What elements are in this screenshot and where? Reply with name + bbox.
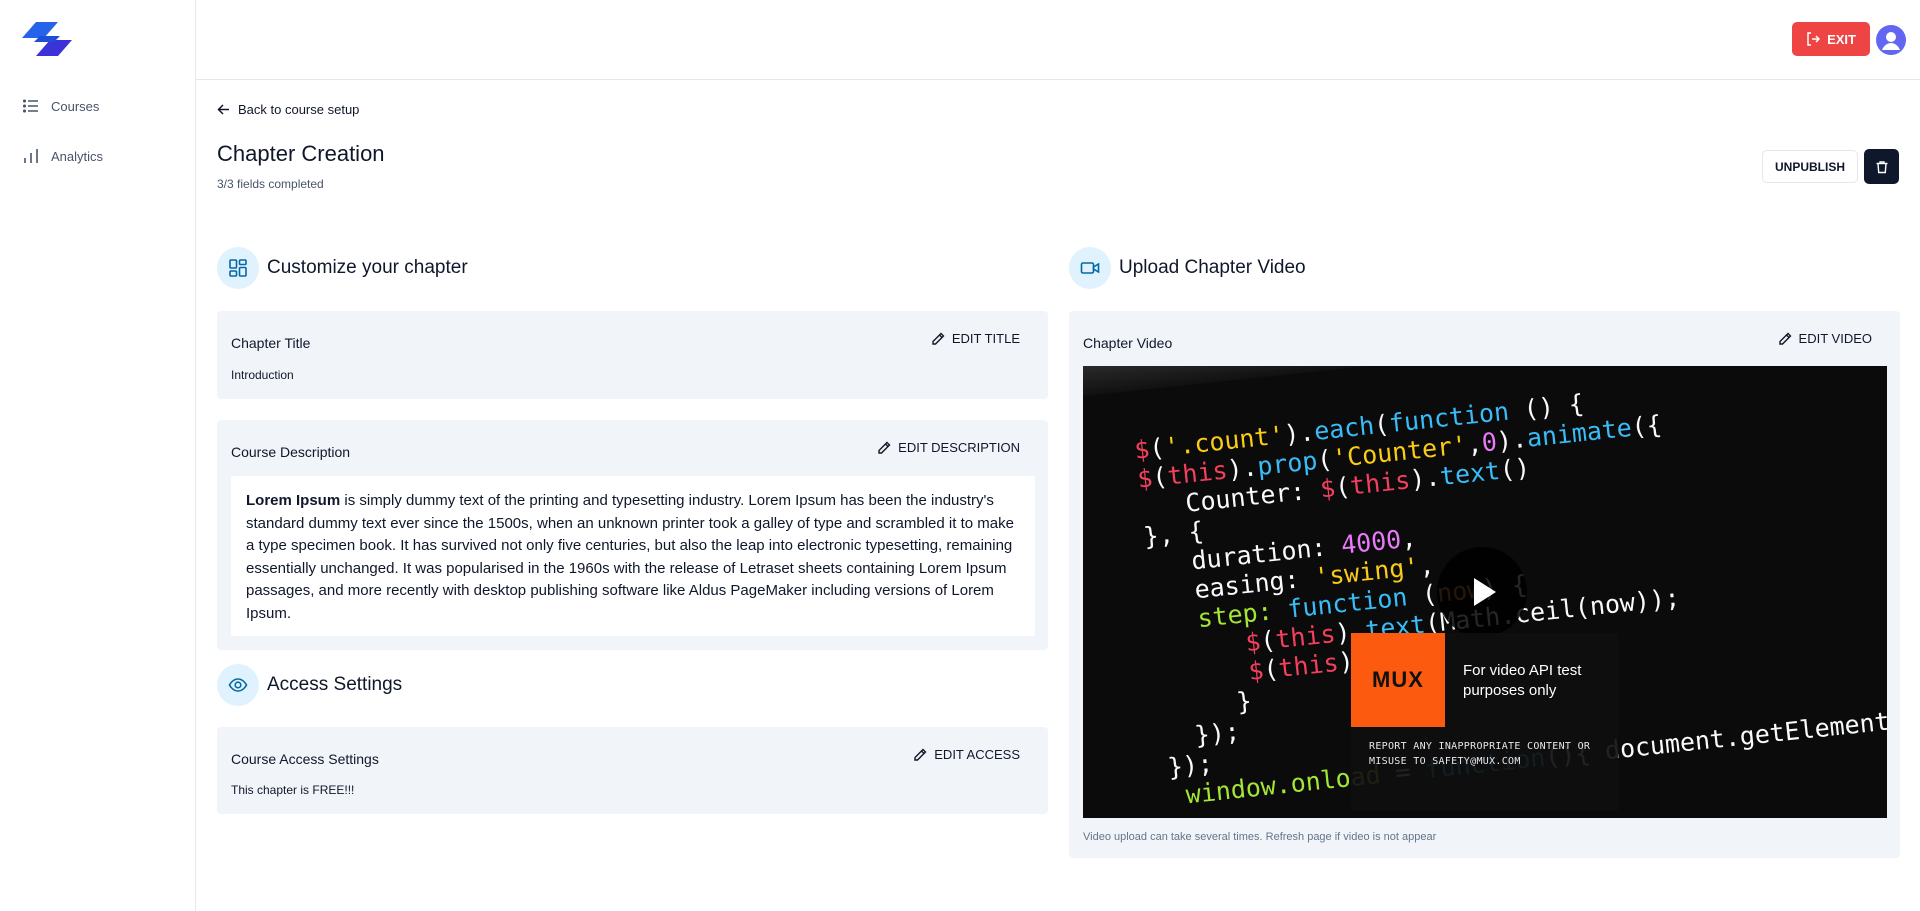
sidebar: Courses Analytics bbox=[0, 0, 196, 911]
play-button[interactable] bbox=[1437, 547, 1527, 637]
card-label: Chapter Title bbox=[231, 335, 311, 351]
video-section-header: Upload Chapter Video bbox=[1069, 247, 1306, 289]
mux-watermark: MUX For video API test purposes only REP… bbox=[1351, 633, 1618, 811]
mux-report: REPORT ANY INAPPROPRIATE CONTENT OR MISU… bbox=[1369, 741, 1591, 767]
access-section-header: Access Settings bbox=[217, 664, 402, 706]
description-bold: Lorem Ipsum bbox=[246, 492, 341, 509]
edit-label: EDIT TITLE bbox=[951, 331, 1020, 346]
pencil-icon bbox=[1778, 332, 1792, 345]
avatar[interactable] bbox=[1876, 25, 1906, 55]
edit-video-button[interactable]: EDIT VIDEO bbox=[1778, 331, 1872, 346]
customize-section-header: Customize your chapter bbox=[217, 247, 468, 289]
pencil-icon bbox=[932, 332, 945, 345]
eye-icon bbox=[217, 664, 259, 706]
logout-icon bbox=[1807, 32, 1821, 46]
pencil-icon bbox=[878, 441, 891, 454]
access-value: This chapter is FREE!!! bbox=[231, 783, 355, 797]
exit-button[interactable]: EXIT bbox=[1792, 22, 1870, 56]
edit-label: EDIT VIDEO bbox=[1798, 331, 1872, 346]
description-card: Course Description EDIT DESCRIPTION Lore… bbox=[217, 420, 1048, 650]
pencil-icon bbox=[914, 748, 927, 761]
topbar: EXIT bbox=[196, 0, 1920, 80]
delete-button[interactable] bbox=[1864, 149, 1899, 184]
edit-label: EDIT DESCRIPTION bbox=[898, 440, 1020, 455]
bar-chart-icon bbox=[24, 149, 38, 163]
back-label: Back to course setup bbox=[238, 102, 360, 117]
mux-logo: MUX bbox=[1351, 633, 1445, 727]
section-title: Customize your chapter bbox=[267, 257, 468, 278]
section-title: Upload Chapter Video bbox=[1119, 257, 1306, 278]
chapter-video-card: Chapter Video EDIT VIDEO $('.count').eac… bbox=[1069, 311, 1900, 858]
back-to-course-setup-link[interactable]: Back to course setup bbox=[217, 102, 359, 117]
video-upload-note: Video upload can take several times. Ref… bbox=[1083, 831, 1437, 843]
sidebar-item-analytics[interactable]: Analytics bbox=[22, 147, 103, 165]
unpublish-button[interactable]: UNPUBLISH bbox=[1762, 150, 1859, 183]
completion-status: 3/3 fields completed bbox=[217, 177, 324, 191]
list-icon bbox=[22, 99, 38, 113]
edit-title-button[interactable]: EDIT TITLE bbox=[931, 331, 1020, 346]
sidebar-item-courses[interactable]: Courses bbox=[22, 97, 99, 115]
section-title: Access Settings bbox=[267, 674, 403, 695]
card-label: Course Access Settings bbox=[231, 751, 379, 767]
trash-icon bbox=[1876, 160, 1887, 173]
chapter-title-card: Chapter Title EDIT TITLE Introduction bbox=[217, 311, 1048, 399]
sidebar-item-label: Courses bbox=[51, 98, 100, 114]
video-player[interactable]: $('.count').each(function () { $(this).p… bbox=[1083, 366, 1887, 818]
play-icon bbox=[1474, 578, 1496, 606]
access-settings-card: Course Access Settings EDIT ACCESS This … bbox=[217, 727, 1048, 814]
layout-dashboard-icon bbox=[217, 247, 259, 289]
description-text: Lorem Ipsum is simply dummy text of the … bbox=[231, 476, 1035, 636]
mux-notice: For video API test purposes only bbox=[1463, 662, 1582, 699]
exit-label: EXIT bbox=[1827, 31, 1856, 47]
arrow-left-icon bbox=[217, 104, 229, 115]
logo[interactable] bbox=[22, 22, 72, 56]
sidebar-item-label: Analytics bbox=[51, 148, 104, 164]
chapter-title-value: Introduction bbox=[231, 368, 294, 382]
video-camera-icon bbox=[1069, 247, 1111, 289]
edit-access-button[interactable]: EDIT ACCESS bbox=[913, 747, 1020, 762]
description-body: is simply dummy text of the printing and… bbox=[246, 492, 1014, 622]
card-label: Chapter Video bbox=[1083, 335, 1173, 351]
edit-label: EDIT ACCESS bbox=[934, 747, 1020, 762]
page-title: Chapter Creation bbox=[217, 141, 385, 166]
edit-description-button[interactable]: EDIT DESCRIPTION bbox=[877, 440, 1020, 455]
card-label: Course Description bbox=[231, 444, 351, 460]
